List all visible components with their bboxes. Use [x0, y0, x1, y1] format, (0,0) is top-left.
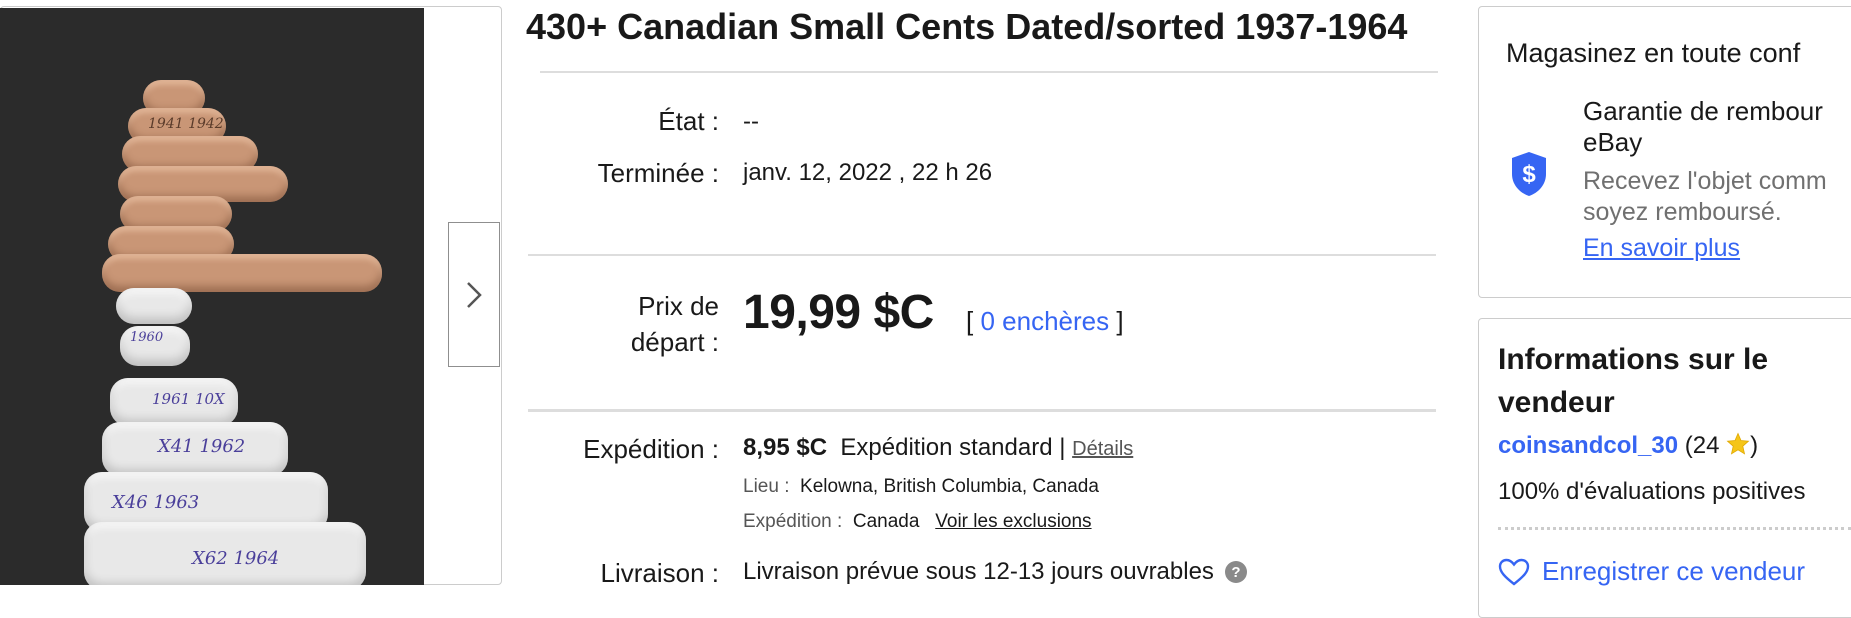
divider — [540, 71, 1438, 73]
delivery-row: Livraison prévue sous 12-13 jours ouvrab… — [743, 558, 1248, 586]
divider — [528, 409, 1436, 412]
shipping-label: Expédition : — [583, 434, 719, 464]
ships-to-row: Expédition : Canada Voir les exclusions — [743, 511, 1092, 533]
price-label-line1: Prix de — [638, 291, 719, 321]
shipping-method: Expédition standard | — [840, 434, 1066, 461]
bids-link[interactable]: 0 enchères — [980, 306, 1109, 336]
guarantee-desc-line1: Recevez l'objet comm — [1583, 167, 1827, 195]
exclusions-link[interactable]: Voir les exclusions — [935, 511, 1091, 532]
roll-label: 1961 10X — [152, 390, 225, 408]
seller-row: coinsandcol_30 (24 ) — [1498, 432, 1758, 460]
delivery-value: Livraison prévue sous 12-13 jours ouvrab… — [743, 558, 1214, 585]
condition-label: État : — [658, 106, 719, 136]
delivery-label: Livraison : — [600, 558, 720, 588]
ships-to-value: Canada — [852, 511, 920, 532]
ended-value: janv. 12, 2022 , 22 h 26 — [743, 159, 993, 186]
ended-label: Terminée : — [597, 158, 719, 188]
question-icon[interactable]: ? — [1224, 560, 1248, 584]
bids-bracket-open: [ — [966, 306, 974, 336]
roll-label: X46 1963 — [112, 492, 200, 513]
guarantee-title-line1: Garantie de rembour — [1583, 96, 1823, 126]
listing-title: 430+ Canadian Small Cents Dated/sorted 1… — [526, 6, 1408, 47]
shipping-details-link[interactable]: Détails — [1072, 438, 1133, 460]
chevron-right-icon — [467, 281, 482, 308]
listing-photo[interactable]: 1941 1942 1960 1961 10X X41 1962 X46 196… — [0, 8, 424, 585]
divider — [528, 254, 1436, 256]
dollar-shield-icon: $ — [1512, 152, 1546, 196]
coin-roll — [116, 288, 192, 324]
heart-icon — [1498, 558, 1530, 586]
location-value: Kelowna, British Columbia, Canada — [800, 476, 1099, 497]
star-icon — [1726, 432, 1750, 455]
svg-text:?: ? — [1231, 564, 1240, 581]
roll-label: X62 1964 — [192, 548, 280, 569]
bids-bracket-close: ] — [1116, 306, 1124, 336]
shipping-info: 8,95 $C Expédition standard | Détails — [743, 434, 1133, 462]
guarantee-title-line2: eBay — [1583, 127, 1643, 157]
dotted-divider — [1498, 527, 1851, 530]
seller-panel-title: Informations sur le vendeur — [1498, 343, 1769, 419]
save-seller-label: Enregistrer ce vendeur — [1542, 556, 1806, 586]
roll-label: 1960 — [130, 330, 164, 345]
next-image-button[interactable] — [448, 222, 500, 367]
svg-text:$: $ — [1522, 161, 1536, 188]
positive-feedback: 100% d'évaluations positives — [1498, 478, 1806, 505]
trust-panel-title: Magasinez en toute conf — [1506, 38, 1801, 68]
guarantee-desc-line2: soyez remboursé. — [1583, 198, 1782, 226]
location-row: Lieu : Kelowna, British Columbia, Canada — [743, 476, 1099, 498]
learn-more-link[interactable]: En savoir plus — [1583, 234, 1740, 263]
feedback-open: (24 — [1678, 432, 1727, 459]
coin-roll — [102, 254, 382, 292]
roll-label: X41 1962 — [158, 436, 246, 457]
ships-to-label: Expédition : — [743, 511, 843, 532]
shipping-cost: 8,95 $C — [743, 434, 828, 461]
price-label-line2: départ : — [630, 327, 719, 357]
starting-price: 19,99 $C — [743, 286, 934, 339]
save-seller-button[interactable]: Enregistrer ce vendeur — [1498, 556, 1805, 587]
seller-name-link[interactable]: coinsandcol_30 — [1498, 432, 1678, 459]
condition-value: -- — [743, 108, 759, 135]
roll-label: 1941 1942 — [148, 116, 224, 132]
feedback-close: ) — [1750, 432, 1759, 459]
bids-count: [ 0 enchères ] — [966, 306, 1124, 337]
location-label: Lieu : — [743, 476, 790, 497]
